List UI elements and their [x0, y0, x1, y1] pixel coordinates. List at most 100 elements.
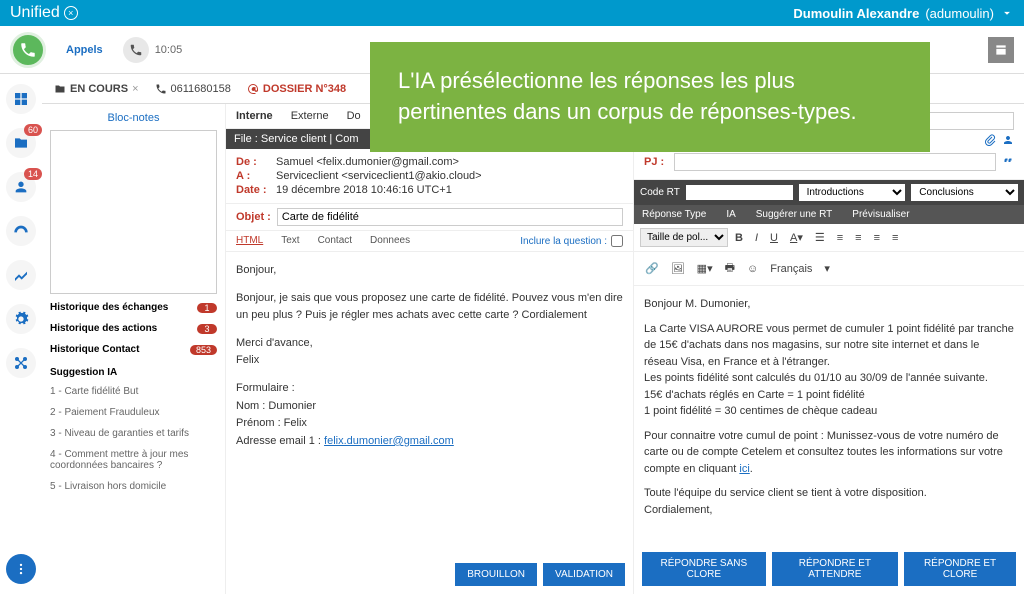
nav-dashboard[interactable] — [6, 84, 36, 114]
close-icon[interactable]: × — [132, 83, 138, 95]
emoji-button[interactable]: ☺ — [742, 260, 763, 278]
msg-email-link[interactable]: felix.dumonier@gmail.com — [324, 435, 454, 447]
brand: Unified × — [10, 4, 78, 22]
format-html[interactable]: HTML — [236, 235, 263, 247]
nav-settings[interactable] — [6, 304, 36, 334]
r-p4: 1 point fidélité = 30 centimes de chèque… — [644, 405, 877, 417]
tab-phone-label: 0611680158 — [171, 83, 231, 95]
intro-select[interactable]: Introductions — [799, 184, 906, 201]
include-question[interactable]: Inclure la question : — [520, 235, 623, 247]
subject-row: Objet : — [226, 204, 633, 231]
subtab-externe[interactable]: Externe — [291, 110, 329, 122]
user-name: Dumoulin Alexandre — [793, 6, 919, 21]
workspace: Bloc-notes Historique des échanges1 Hist… — [42, 104, 1024, 594]
format-contact[interactable]: Contact — [318, 235, 352, 247]
msg-p5: Nom : Dumonier — [236, 400, 316, 412]
clock-icon-wrap — [123, 37, 149, 63]
calls-label[interactable]: Appels — [66, 44, 103, 56]
reply-panel: A : CC ▾ PJ : — [634, 104, 1024, 594]
reply-wait-button[interactable]: RÉPONDRE ET ATTENDRE — [772, 552, 898, 586]
hist-contact[interactable]: Historique Contact853 — [50, 342, 217, 357]
more-icon — [14, 562, 28, 576]
align-justify-button[interactable]: ≡ — [887, 229, 903, 247]
lang-dd[interactable]: ▾ — [819, 259, 835, 278]
font-size-select[interactable]: Taille de pol... — [640, 228, 728, 247]
msg-p1: Bonjour, je sais que vous proposez une c… — [236, 290, 623, 325]
rt-type[interactable]: Réponse Type — [642, 209, 706, 220]
concl-select[interactable]: Conclusions — [911, 184, 1018, 201]
format-donnees[interactable]: Donnees — [370, 235, 410, 247]
rt-bar2: Réponse Type IA Suggérer une RT Prévisua… — [634, 205, 1024, 224]
card-button[interactable] — [988, 37, 1014, 63]
reply-noclose-button[interactable]: RÉPONDRE SANS CLORE — [642, 552, 766, 586]
italic-button[interactable]: I — [750, 229, 763, 247]
hist-contact-count: 853 — [190, 345, 217, 355]
date-value: 19 décembre 2018 10:46:16 UTC+1 — [276, 184, 452, 196]
color-button[interactable]: A▾ — [785, 228, 808, 247]
gauge-icon — [13, 223, 29, 239]
to-value: Serviceclient <serviceclient1@akio.cloud… — [276, 170, 482, 182]
reply-close-button[interactable]: RÉPONDRE ET CLORE — [904, 552, 1016, 586]
nav-chart[interactable] — [6, 260, 36, 290]
align-center-button[interactable]: ≡ — [850, 229, 866, 247]
chevron-down-icon — [1000, 6, 1014, 20]
call-button[interactable] — [10, 32, 46, 68]
attach-icon[interactable] — [984, 134, 996, 149]
format-text[interactable]: Text — [281, 235, 299, 247]
rt-bar: Code RT Introductions Conclusions — [634, 180, 1024, 205]
person-add-icon[interactable] — [1002, 134, 1014, 149]
hist-actions[interactable]: Historique des actions3 — [50, 321, 217, 336]
link-button[interactable]: 🔗 — [640, 259, 664, 278]
tab-phone[interactable]: 0611680158 — [155, 83, 231, 95]
reply-body[interactable]: Bonjour M. Dumonier, La Carte VISA AUROR… — [634, 286, 1024, 544]
pj-input[interactable] — [674, 153, 996, 171]
bold-button[interactable]: B — [730, 229, 748, 247]
r-p6: Toute l'équipe du service client se tien… — [644, 487, 927, 499]
lang-select[interactable]: Français — [765, 260, 817, 278]
hist-exchanges-count: 1 — [197, 303, 217, 313]
subtab-interne[interactable]: Interne — [236, 110, 273, 122]
nav-person[interactable]: 14 — [6, 172, 36, 202]
include-checkbox[interactable] — [611, 235, 623, 247]
mid-buttons: BROUILLON VALIDATION — [226, 555, 633, 594]
more-fab[interactable] — [6, 554, 36, 584]
underline-button[interactable]: U — [765, 229, 783, 247]
rt-suggest[interactable]: Suggérer une RT — [756, 209, 833, 220]
nav-folder[interactable]: 60 — [6, 128, 36, 158]
tab-encours[interactable]: EN COURS× — [54, 83, 139, 95]
nav-network[interactable] — [6, 348, 36, 378]
rt-preview[interactable]: Prévisualiser — [852, 209, 909, 220]
hist-exchanges[interactable]: Historique des échanges1 — [50, 300, 217, 315]
suggestion-2[interactable]: 3 - Niveau de garanties et tarifs — [50, 426, 217, 441]
table-button[interactable]: ▦▾ — [692, 259, 718, 278]
suggestion-3[interactable]: 4 - Comment mettre à jour mes coordonnée… — [50, 447, 217, 473]
bloc-textarea[interactable] — [50, 130, 217, 294]
r-p5c: . — [750, 463, 753, 475]
suggestion-0[interactable]: 1 - Carte fidélité But — [50, 384, 217, 399]
user-menu[interactable]: Dumoulin Alexandre (adumoulin) — [793, 6, 1014, 21]
image-button[interactable]: 🖼 — [666, 259, 690, 278]
list-button[interactable]: ☰ — [810, 228, 830, 247]
subtab-do[interactable]: Do — [347, 110, 361, 122]
clock-time: 10:05 — [155, 44, 183, 56]
rt-ia[interactable]: IA — [726, 209, 735, 220]
codert-input[interactable] — [686, 185, 793, 200]
msg-p6: Prénom : Felix — [236, 417, 307, 429]
subject-input[interactable] — [277, 208, 623, 226]
r-p7: Cordialement, — [644, 504, 712, 516]
suggestion-title: Suggestion IA — [50, 367, 217, 378]
msg-p7-label: Adresse email 1 : — [236, 435, 324, 447]
nav-gauge[interactable] — [6, 216, 36, 246]
align-right-button[interactable]: ≡ — [869, 229, 885, 247]
draft-button[interactable]: BROUILLON — [455, 563, 537, 586]
tab-dossier[interactable]: DOSSIER N°348 — [247, 83, 346, 95]
validate-button[interactable]: VALIDATION — [543, 563, 625, 586]
suggestion-4[interactable]: 5 - Livraison hors domicile — [50, 479, 217, 494]
r-ici-link[interactable]: ici — [739, 463, 749, 475]
person-icon — [13, 179, 29, 195]
suggestion-1[interactable]: 2 - Paiement Frauduleux — [50, 405, 217, 420]
quote-icon[interactable] — [1002, 155, 1014, 170]
print-button[interactable]: 🖶 — [720, 256, 740, 281]
topbar: Unified × Dumoulin Alexandre (adumoulin) — [0, 0, 1024, 26]
align-left-button[interactable]: ≡ — [832, 229, 848, 247]
